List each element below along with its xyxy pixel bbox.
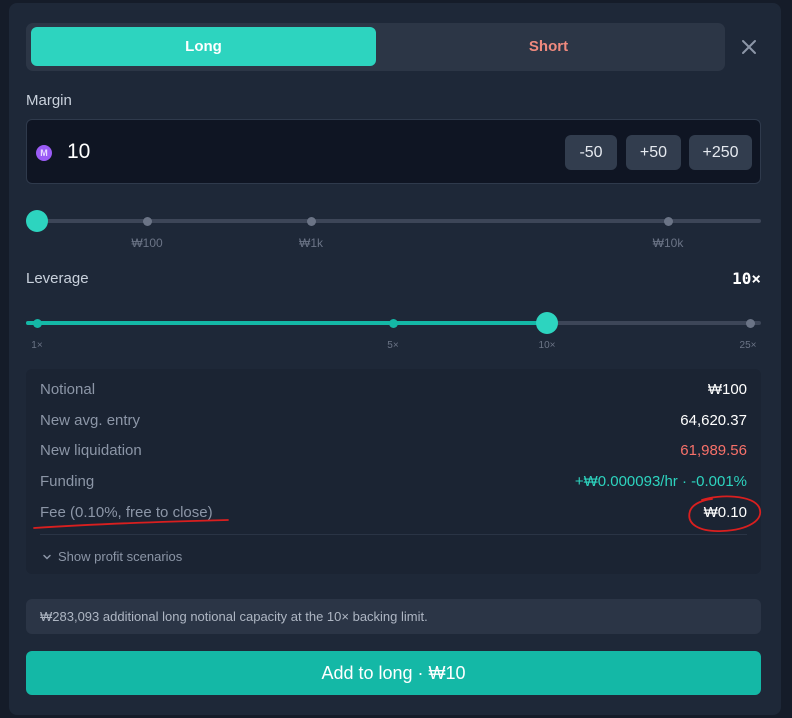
currency-coin-icon: M [36,145,52,161]
summary-value: 64,620.37 [680,411,747,429]
summary-row-avg-entry: New avg. entry 64,620.37 [40,405,747,435]
summary-key: Fee (0.10%, free to close) [40,503,213,521]
summary-key: Notional [40,380,96,398]
close-icon[interactable] [738,36,760,58]
summary-row-notional: Notional ₩100 [40,374,747,404]
margin-label: Margin [26,92,72,109]
quick-plus-50-button[interactable]: +50 [626,135,681,170]
summary-key: Funding [40,472,95,490]
profit-scenarios-label: Show profit scenarios [58,549,183,564]
leverage-value: 10× [732,269,761,288]
summary-row-liquidation: New liquidation 61,989.56 [40,435,747,465]
margin-slider-stop-100[interactable] [143,217,152,226]
leverage-slider-knob[interactable] [536,312,558,334]
summary-row-fee: Fee (0.10%, free to close) ₩0.10 [40,497,747,527]
margin-tick-1k: ₩1k [299,236,323,250]
summary-row-funding: Funding +₩0.000093/hr · -0.001% [40,466,747,496]
capacity-note: ₩283,093 additional long notional capaci… [26,599,761,634]
leverage-tick-10x: 10× [538,340,556,351]
leverage-slider-fill [26,321,547,325]
margin-slider-track[interactable] [26,219,761,223]
leverage-stop-25x[interactable] [746,319,755,328]
order-summary: Notional ₩100 New avg. entry 64,620.37 N… [26,369,761,574]
margin-slider-stop-1k[interactable] [307,217,316,226]
margin-slider-knob[interactable] [26,210,48,232]
chevron-down-icon [43,554,51,560]
summary-value: +₩0.000093/hr · -0.001% [574,472,747,490]
profit-scenarios-toggle[interactable]: Show profit scenarios [42,549,182,564]
side-toggle: Long Short [26,23,725,71]
margin-value[interactable]: 10 [67,140,90,164]
summary-value: ₩0.10 [703,503,747,521]
margin-tick-100: ₩100 [131,236,163,250]
leverage-stop-5x[interactable] [389,319,398,328]
margin-slider-stop-10k[interactable] [664,217,673,226]
summary-key: New liquidation [40,441,142,459]
summary-divider [40,534,747,535]
margin-tick-10k: ₩10k [652,236,684,250]
summary-key: New avg. entry [40,411,141,429]
add-to-long-button[interactable]: Add to long · ₩10 [26,651,761,695]
leverage-label: Leverage [26,270,89,287]
leverage-tick-25x: 25× [739,340,757,351]
quick-minus-50-button[interactable]: -50 [565,135,617,170]
quick-plus-250-button[interactable]: +250 [689,135,752,170]
tab-short[interactable]: Short [376,27,721,66]
margin-input[interactable]: M 10 -50 +50 +250 [26,119,761,184]
summary-value: ₩100 [707,380,747,398]
leverage-tick-5x: 5× [387,340,399,351]
summary-value: 61,989.56 [680,441,747,459]
leverage-stop-1x[interactable] [33,319,42,328]
leverage-tick-1x: 1× [31,340,43,351]
tab-long[interactable]: Long [31,27,376,66]
